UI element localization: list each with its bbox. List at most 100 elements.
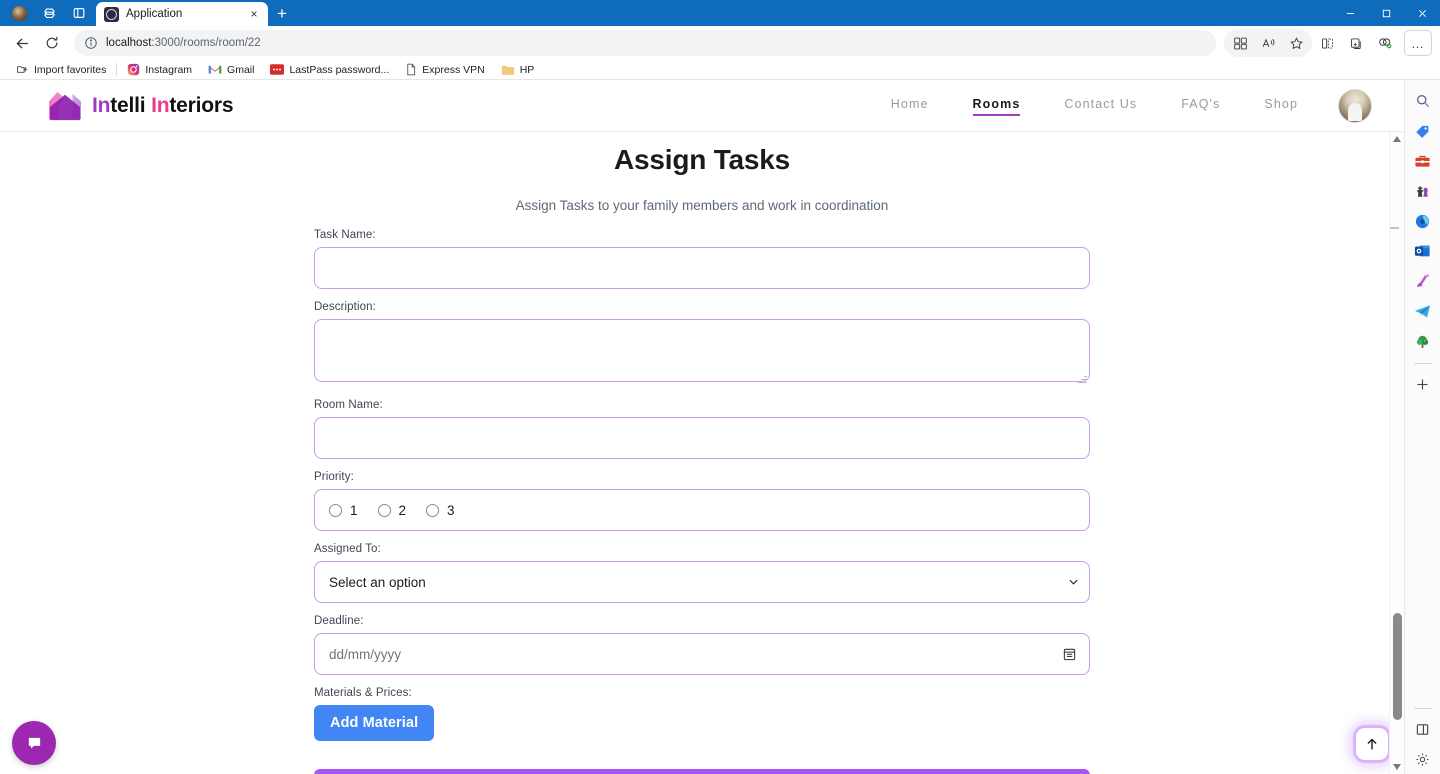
add-icon[interactable] bbox=[1408, 369, 1438, 399]
back-icon[interactable] bbox=[8, 29, 36, 57]
scrollbar-thumb[interactable] bbox=[1393, 613, 1402, 720]
add-task-button[interactable]: Add Task bbox=[314, 769, 1090, 774]
tree-icon[interactable] bbox=[1408, 326, 1438, 356]
bookmark-label: Express VPN bbox=[422, 63, 485, 76]
browser-tab[interactable]: Application × bbox=[96, 2, 268, 26]
window-close-button[interactable] bbox=[1404, 0, 1440, 26]
outlook-icon[interactable] bbox=[1408, 236, 1438, 266]
browser-toolbar: localhost:3000/rooms/room/22 … bbox=[0, 26, 1440, 60]
copilot-icon[interactable] bbox=[1408, 206, 1438, 236]
user-avatar[interactable] bbox=[1338, 88, 1372, 123]
page-body: Assign Tasks Assign Tasks to your family… bbox=[0, 132, 1404, 774]
task-name-input[interactable] bbox=[314, 247, 1090, 289]
bookmark-instagram[interactable]: Instagram bbox=[119, 61, 200, 79]
settings-gear-icon[interactable] bbox=[1408, 744, 1438, 774]
field-assigned-to: Assigned To: Select an option bbox=[314, 543, 1090, 603]
info-icon bbox=[85, 37, 97, 49]
task-name-label: Task Name: bbox=[314, 229, 376, 241]
address-bar[interactable]: localhost:3000/rooms/room/22 bbox=[74, 30, 1216, 56]
bookmark-import-favorites[interactable]: Import favorites bbox=[8, 61, 114, 79]
window-maximize-button[interactable] bbox=[1368, 0, 1404, 26]
field-deadline: Deadline: bbox=[314, 615, 1090, 675]
split-screen-icon[interactable] bbox=[1226, 29, 1254, 57]
scroll-to-top-button[interactable] bbox=[1356, 728, 1388, 760]
search-icon[interactable] bbox=[1408, 86, 1438, 116]
field-description: Description: bbox=[314, 301, 1090, 387]
nav-item-rooms[interactable]: Rooms bbox=[972, 97, 1021, 116]
bookmarks-divider bbox=[116, 63, 118, 76]
radio-button-icon[interactable] bbox=[329, 503, 342, 517]
nav-item-contact-us[interactable]: Contact Us bbox=[1064, 97, 1137, 115]
split-tab-icon[interactable] bbox=[1313, 29, 1341, 57]
room-name-label: Room Name: bbox=[314, 399, 383, 411]
browser-essentials-icon[interactable] bbox=[1371, 29, 1399, 57]
caret-down-icon bbox=[1393, 764, 1401, 770]
page-subtitle: Assign Tasks to your family members and … bbox=[515, 198, 889, 213]
priority-radio-group: 1 2 3 bbox=[314, 489, 1090, 531]
priority-option-3[interactable]: 3 bbox=[426, 503, 455, 518]
room-name-input[interactable] bbox=[314, 417, 1090, 459]
brand-logo[interactable]: Intelli Interiors bbox=[48, 91, 234, 121]
nav-item-faqs[interactable]: FAQ's bbox=[1181, 97, 1220, 115]
page-scrollbar[interactable] bbox=[1389, 132, 1404, 774]
shopping-tag-icon[interactable] bbox=[1408, 116, 1438, 146]
site-header: Intelli Interiors Home Rooms Contact Us … bbox=[0, 80, 1404, 132]
window-controls bbox=[1332, 0, 1440, 26]
instagram-icon bbox=[128, 63, 140, 76]
arrow-up-icon bbox=[1367, 738, 1377, 750]
field-room-name: Room Name: bbox=[314, 399, 1090, 459]
calendar-icon[interactable] bbox=[1062, 647, 1077, 662]
priority-option-label: 1 bbox=[350, 502, 358, 518]
main-navigation: Home Rooms Contact Us FAQ's Shop bbox=[891, 97, 1298, 116]
scrollbar-tick bbox=[1390, 227, 1399, 229]
scrollbar-up-arrow[interactable] bbox=[1390, 132, 1404, 146]
designer-icon[interactable] bbox=[1408, 266, 1438, 296]
web-page-viewport: Intelli Interiors Home Rooms Contact Us … bbox=[0, 80, 1404, 774]
profile-avatar-button[interactable] bbox=[4, 0, 34, 26]
bookmark-lastpass[interactable]: LastPass password... bbox=[262, 61, 397, 79]
bookmark-label: LastPass password... bbox=[289, 63, 390, 76]
bookmark-hp-folder[interactable]: HP bbox=[493, 61, 543, 79]
nav-item-shop[interactable]: Shop bbox=[1264, 97, 1298, 115]
page-icon bbox=[407, 63, 416, 76]
bookmark-label: Instagram bbox=[145, 63, 193, 76]
house-logo-icon bbox=[49, 91, 81, 120]
materials-label: Materials & Prices: bbox=[314, 687, 412, 699]
tab-strip: Application × + bbox=[0, 0, 1440, 26]
games-icon[interactable] bbox=[1408, 176, 1438, 206]
priority-option-2[interactable]: 2 bbox=[377, 503, 406, 518]
new-tab-button[interactable]: + bbox=[268, 2, 296, 26]
nav-item-home[interactable]: Home bbox=[891, 97, 929, 115]
chat-widget-button[interactable] bbox=[12, 721, 56, 765]
add-material-button[interactable]: Add Material bbox=[314, 705, 435, 741]
tab-actions-icon[interactable] bbox=[64, 0, 94, 26]
tab-close-icon[interactable]: × bbox=[246, 6, 262, 22]
description-textarea[interactable] bbox=[314, 319, 1090, 382]
radio-button-icon[interactable] bbox=[426, 503, 440, 517]
refresh-icon[interactable] bbox=[38, 29, 66, 57]
bookmark-label: Gmail bbox=[227, 63, 255, 76]
tools-icon[interactable] bbox=[1408, 146, 1438, 176]
edge-sidebar-divider-bottom bbox=[1413, 708, 1432, 709]
address-bar-url: localhost:3000/rooms/room/22 bbox=[106, 37, 261, 49]
priority-label: Priority: bbox=[314, 471, 354, 483]
settings-more-icon[interactable]: … bbox=[1404, 30, 1432, 56]
read-aloud-icon[interactable] bbox=[1254, 29, 1282, 57]
collections-icon[interactable] bbox=[1342, 29, 1370, 57]
favorites-star-icon[interactable] bbox=[1282, 29, 1310, 57]
field-materials: Materials & Prices: Add Material bbox=[314, 687, 1090, 741]
bookmark-express-vpn[interactable]: Express VPN bbox=[397, 61, 492, 79]
edge-sidebar-divider bbox=[1413, 363, 1432, 364]
deadline-input[interactable] bbox=[314, 633, 1090, 675]
telegram-icon[interactable] bbox=[1408, 296, 1438, 326]
folder-icon bbox=[501, 65, 514, 75]
radio-button-icon[interactable] bbox=[377, 503, 391, 517]
split-screen-icon[interactable] bbox=[1408, 714, 1438, 744]
page-title: Assign Tasks bbox=[613, 144, 791, 175]
workspaces-icon[interactable] bbox=[34, 0, 64, 26]
scrollbar-down-arrow[interactable] bbox=[1390, 760, 1404, 774]
window-minimize-button[interactable] bbox=[1332, 0, 1368, 26]
assigned-to-select[interactable]: Select an option bbox=[314, 561, 1090, 603]
priority-option-1[interactable]: 1 bbox=[329, 503, 358, 518]
bookmark-gmail[interactable]: Gmail bbox=[200, 61, 262, 79]
